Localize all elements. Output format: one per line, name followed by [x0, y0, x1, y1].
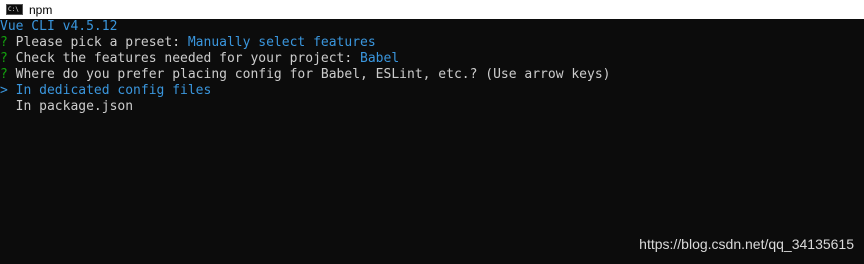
- terminal-icon-text: C:\: [8, 5, 19, 13]
- vue-cli-version: Vue CLI v4.5.12: [0, 19, 118, 34]
- option-package-json[interactable]: In package.json: [0, 99, 864, 115]
- question-mark-icon: ?: [0, 51, 8, 66]
- prompt-answer: Babel: [360, 51, 400, 66]
- watermark-url: https://blog.csdn.net/qq_34135615: [639, 236, 854, 252]
- prompt-answer: Manually select features: [187, 35, 376, 50]
- option-label: In package.json: [7, 99, 134, 114]
- question-mark-icon: ?: [0, 35, 8, 50]
- window-titlebar: C:\ npm: [0, 0, 864, 19]
- terminal-icon: C:\: [6, 4, 23, 15]
- window-title: npm: [29, 2, 53, 17]
- terminal-output[interactable]: Vue CLI v4.5.12 ? Please pick a preset: …: [0, 19, 864, 264]
- option-label: In dedicated config files: [7, 83, 212, 98]
- selection-pointer-icon: >: [0, 83, 8, 98]
- prompt-line-features: ? Check the features needed for your pro…: [0, 51, 864, 67]
- prompt-text: Please pick a preset:: [7, 35, 188, 50]
- option-pointer-blank: [0, 99, 8, 114]
- prompt-text: Check the features needed for your proje…: [7, 51, 361, 66]
- prompt-text: Where do you prefer placing config for B…: [7, 67, 611, 82]
- prompt-line-preset: ? Please pick a preset: Manually select …: [0, 35, 864, 51]
- option-dedicated-config-files[interactable]: > In dedicated config files: [0, 83, 864, 99]
- question-mark-icon: ?: [0, 67, 8, 82]
- prompt-line-config: ? Where do you prefer placing config for…: [0, 67, 864, 83]
